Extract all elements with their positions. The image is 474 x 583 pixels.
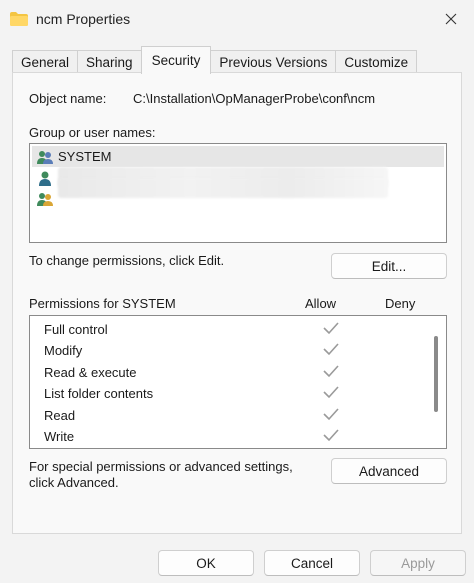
permissions-scrollbar[interactable]	[434, 336, 438, 412]
user-list-item[interactable]	[32, 178, 444, 209]
user-name: SYSTEM	[58, 149, 112, 164]
deny-header: Deny	[385, 296, 416, 311]
object-name-label: Object name:	[29, 91, 107, 106]
permission-name: Modify	[44, 343, 83, 358]
close-icon	[445, 13, 457, 28]
redacted-user-name	[58, 178, 388, 198]
allow-check-icon	[322, 407, 340, 424]
permission-name: Read & execute	[44, 365, 137, 380]
tab-previous-versions[interactable]: Previous Versions	[210, 50, 337, 74]
ok-button[interactable]: OK	[158, 550, 254, 576]
allow-check-icon	[322, 385, 340, 402]
permission-row: Read	[44, 405, 424, 426]
allow-header: Allow	[305, 296, 337, 311]
user-list[interactable]: SYSTEM	[29, 143, 447, 243]
groups-label: Group or user names:	[29, 125, 156, 140]
object-name-value: C:\Installation\OpManagerProbe\conf\ncm	[133, 91, 376, 106]
permissions-label: Permissions for SYSTEM	[29, 296, 176, 311]
permission-row: Modify	[44, 340, 424, 361]
tab-security[interactable]: Security	[140, 46, 212, 74]
user-group-icon	[36, 149, 54, 165]
tab-strip: General Sharing Security Previous Versio…	[12, 46, 418, 74]
cancel-button[interactable]: Cancel	[264, 550, 360, 576]
tab-customize[interactable]: Customize	[335, 50, 418, 74]
permission-name: Read	[44, 408, 76, 423]
folder-icon	[10, 12, 28, 26]
advanced-button[interactable]: Advanced	[331, 458, 447, 484]
tab-general[interactable]: General	[12, 50, 79, 74]
advanced-text-line1: For special permissions or advanced sett…	[29, 459, 293, 474]
advanced-text-line2: click Advanced.	[29, 475, 119, 490]
window-title: ncm Properties	[36, 11, 131, 27]
permission-row: Write	[44, 426, 424, 447]
user-group-icon	[36, 191, 54, 207]
apply-button[interactable]: Apply	[370, 550, 466, 576]
allow-check-icon	[322, 428, 340, 445]
dialog-footer: OK Cancel Apply	[0, 534, 474, 583]
user-list-item[interactable]: SYSTEM	[32, 146, 444, 167]
allow-check-icon	[322, 321, 340, 338]
permission-name: Write	[44, 429, 75, 444]
permissions-list[interactable]: Full control Modify Read & execute List …	[29, 315, 447, 449]
allow-check-icon	[322, 364, 340, 381]
user-icon	[36, 170, 54, 186]
permission-name: Full control	[44, 322, 108, 337]
security-panel: Object name: C:\Installation\OpManagerPr…	[12, 72, 462, 534]
allow-check-icon	[322, 342, 340, 359]
tab-sharing[interactable]: Sharing	[77, 50, 142, 74]
edit-button[interactable]: Edit...	[331, 253, 447, 279]
permission-row: Full control	[44, 319, 424, 340]
close-button[interactable]	[428, 0, 474, 40]
change-permissions-text: To change permissions, click Edit.	[29, 253, 225, 268]
permission-row: List folder contents	[44, 383, 424, 404]
permission-row: Read & execute	[44, 362, 424, 383]
title-bar: ncm Properties	[0, 0, 474, 40]
permission-name: List folder contents	[44, 386, 154, 401]
